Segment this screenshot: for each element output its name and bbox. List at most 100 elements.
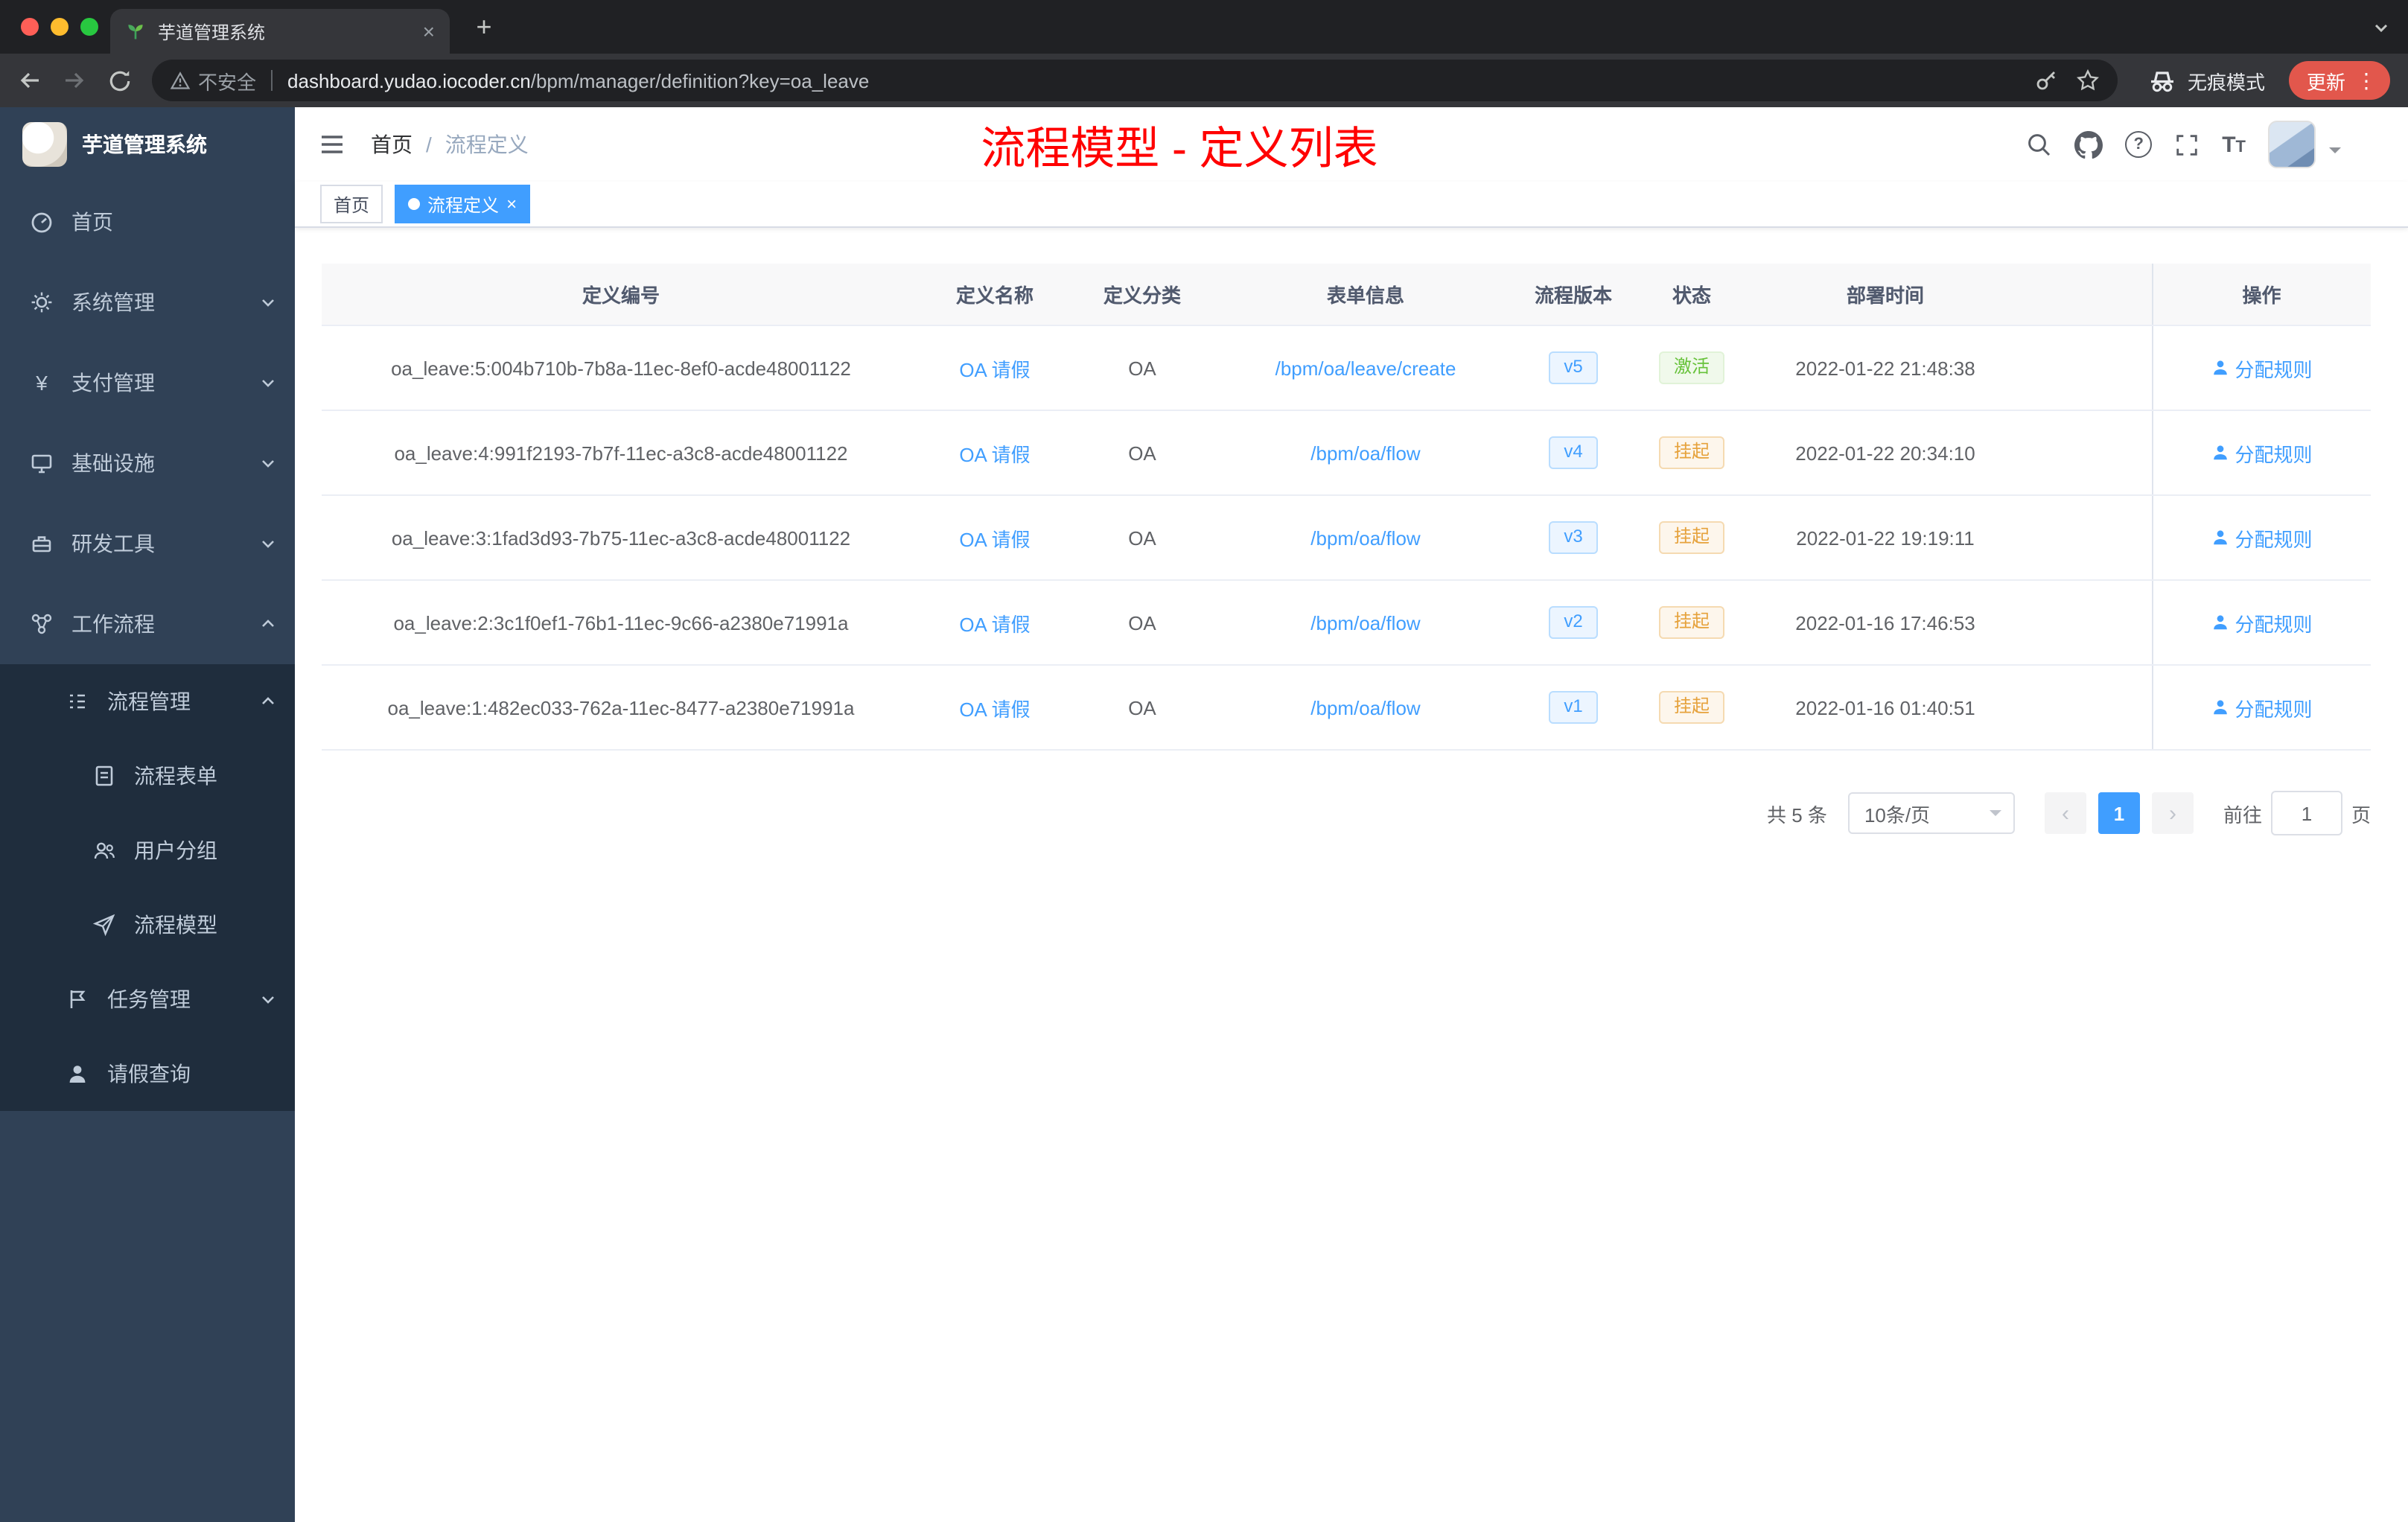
status-badge: 挂起 xyxy=(1658,691,1724,724)
back-button[interactable] xyxy=(12,63,48,98)
bookmark-star-icon[interactable] xyxy=(2076,69,2100,92)
col-definition-id: 定义编号 xyxy=(322,264,920,326)
filler-cell xyxy=(2018,325,2152,411)
tab-search-chevron-icon[interactable] xyxy=(2372,19,2390,37)
tab-close-icon[interactable]: × xyxy=(423,21,435,42)
goto-unit: 页 xyxy=(2351,803,2371,826)
assign-rule-link[interactable]: 分配规则 xyxy=(2211,608,2313,637)
definition-name-link[interactable]: OA 请假 xyxy=(959,613,1030,635)
url-path: /bpm/manager/definition?key=oa_leave xyxy=(530,69,870,92)
assign-rule-link[interactable]: 分配规则 xyxy=(2211,439,2313,467)
form-link[interactable]: /bpm/oa/flow xyxy=(1310,442,1420,464)
tree-table-icon xyxy=(70,694,85,709)
breadcrumb-home[interactable]: 首页 xyxy=(371,130,413,159)
chevron-up-icon xyxy=(262,620,274,627)
key-icon[interactable] xyxy=(2034,69,2058,92)
incognito-label: 无痕模式 xyxy=(2187,71,2265,93)
forward-button[interactable] xyxy=(57,63,92,98)
assign-rule-link[interactable]: 分配规则 xyxy=(2211,693,2313,722)
next-page-button[interactable]: › xyxy=(2151,792,2194,834)
sidebar-item-leave-query[interactable]: 请假查询 xyxy=(0,1037,295,1111)
minimize-window-button[interactable] xyxy=(51,18,69,36)
sidebar-item-rd-tools[interactable]: 研发工具 xyxy=(0,503,295,584)
prev-page-button[interactable]: ‹ xyxy=(2044,792,2086,834)
browser-update-menu-button[interactable]: 更新 ⋮ xyxy=(2288,61,2390,100)
tab-title: 芋道管理系统 xyxy=(158,22,266,42)
sidebar-item-process-form[interactable]: 流程表单 xyxy=(0,739,295,813)
address-bar[interactable]: 不安全 dashboard.yudao.iocoder.cn /bpm/mana… xyxy=(152,60,2118,101)
tag-close-icon[interactable]: × xyxy=(506,195,517,213)
reload-button[interactable] xyxy=(101,63,137,98)
goto-page-input[interactable] xyxy=(2270,791,2342,835)
form-link[interactable]: /bpm/oa/leave/create xyxy=(1275,357,1456,379)
github-icon[interactable] xyxy=(2074,130,2103,159)
filler-cell xyxy=(2018,665,2152,751)
breadcrumb: 首页 / 流程定义 xyxy=(371,130,529,159)
form-link[interactable]: /bpm/oa/flow xyxy=(1310,526,1420,549)
workflow-icon xyxy=(31,614,52,634)
definition-id: oa_leave:2:3c1f0ef1-76b1-11ec-9c66-a2380… xyxy=(322,580,920,666)
chevron-down-icon xyxy=(1989,810,2001,822)
definition-id: oa_leave:3:1fad3d93-7b75-11ec-a3c8-acde4… xyxy=(322,495,920,581)
form-icon xyxy=(95,765,113,786)
user-icon xyxy=(2213,615,2227,630)
col-status: 状态 xyxy=(1631,264,1753,326)
version-badge: v3 xyxy=(1549,521,1598,554)
sidebar-item-workflow[interactable]: 工作流程 xyxy=(0,584,295,664)
browser-tab[interactable]: 芋道管理系统 × xyxy=(110,9,450,54)
sidebar-item-label: 流程管理 xyxy=(107,690,191,713)
kebab-menu-icon: ⋮ xyxy=(2356,68,2377,92)
table-header-row: 定义编号 定义名称 定义分类 表单信息 流程版本 状态 部署时间 操作 xyxy=(322,264,2371,326)
deploy-time: 2022-01-22 19:19:11 xyxy=(1753,495,2018,581)
sidebar-item-home[interactable]: 首页 xyxy=(0,182,295,262)
sidebar-item-system[interactable]: 系统管理 xyxy=(0,262,295,343)
assign-rule-link[interactable]: 分配规则 xyxy=(2211,523,2313,552)
page-number-button[interactable]: 1 xyxy=(2098,792,2140,834)
sidebar-item-user-groups[interactable]: 用户分组 xyxy=(0,813,295,888)
sidebar-item-task-management[interactable]: 任务管理 xyxy=(0,962,295,1037)
fullscreen-icon[interactable] xyxy=(2174,132,2200,157)
definition-id: oa_leave:1:482ec033-762a-11ec-8477-a2380… xyxy=(322,665,920,751)
definition-name-link[interactable]: OA 请假 xyxy=(959,698,1030,720)
update-label: 更新 xyxy=(2306,71,2345,93)
col-process-version: 流程版本 xyxy=(1516,264,1631,326)
sidebar-item-process-management[interactable]: 流程管理 xyxy=(0,664,295,739)
tag-label: 首页 xyxy=(334,194,370,215)
col-deploy-time: 部署时间 xyxy=(1753,264,2018,326)
assign-rule-link[interactable]: 分配规则 xyxy=(2211,354,2313,382)
sidebar-item-payment[interactable]: ¥ 支付管理 xyxy=(0,343,295,423)
table-row: oa_leave:4:991f2193-7b7f-11ec-a3c8-acde4… xyxy=(322,410,2371,496)
sidebar: 芋道管理系统 首页 系统管理 ¥ 支付管理 基础设施 研发工具 工作流程 流程管… xyxy=(0,107,295,1522)
sidebar-item-label: 流程表单 xyxy=(134,764,217,788)
close-window-button[interactable] xyxy=(21,18,39,36)
avatar[interactable] xyxy=(2268,121,2316,168)
col-actions: 操作 xyxy=(2151,264,2371,326)
sidebar-item-process-model[interactable]: 流程模型 xyxy=(0,888,295,962)
browser-tabstrip: 芋道管理系统 × + xyxy=(0,0,2408,54)
navbar-actions: ? TT xyxy=(2025,121,2341,168)
help-icon[interactable]: ? xyxy=(2125,131,2153,158)
definition-name-link[interactable]: OA 请假 xyxy=(959,358,1030,380)
new-tab-button[interactable]: + xyxy=(468,12,500,45)
form-link[interactable]: /bpm/oa/flow xyxy=(1310,696,1420,719)
sidebar-item-label: 支付管理 xyxy=(71,371,155,395)
toolbox-icon xyxy=(32,536,51,553)
hamburger-icon[interactable] xyxy=(317,130,347,159)
send-icon xyxy=(92,914,115,937)
sidebar-item-infrastructure[interactable]: 基础设施 xyxy=(0,423,295,503)
maximize-window-button[interactable] xyxy=(80,18,98,36)
page-size-select[interactable]: 10条/页 xyxy=(1847,792,2015,834)
sidebar-item-label: 首页 xyxy=(71,210,113,234)
tag-home[interactable]: 首页 xyxy=(320,185,383,223)
app-logo[interactable]: 芋道管理系统 xyxy=(0,107,295,182)
definition-name-link[interactable]: OA 请假 xyxy=(959,528,1030,550)
deploy-time: 2022-01-16 01:40:51 xyxy=(1753,665,2018,751)
form-link[interactable]: /bpm/oa/flow xyxy=(1310,611,1420,634)
deploy-time: 2022-01-22 20:34:10 xyxy=(1753,410,2018,496)
incognito-badge: 无痕模式 xyxy=(2133,66,2280,95)
search-icon[interactable] xyxy=(2025,131,2052,158)
tag-process-definition[interactable]: 流程定义 × xyxy=(395,185,531,223)
font-size-icon[interactable]: TT xyxy=(2222,132,2246,157)
definition-name-link[interactable]: OA 请假 xyxy=(959,443,1030,465)
tag-label: 流程定义 xyxy=(427,194,500,215)
